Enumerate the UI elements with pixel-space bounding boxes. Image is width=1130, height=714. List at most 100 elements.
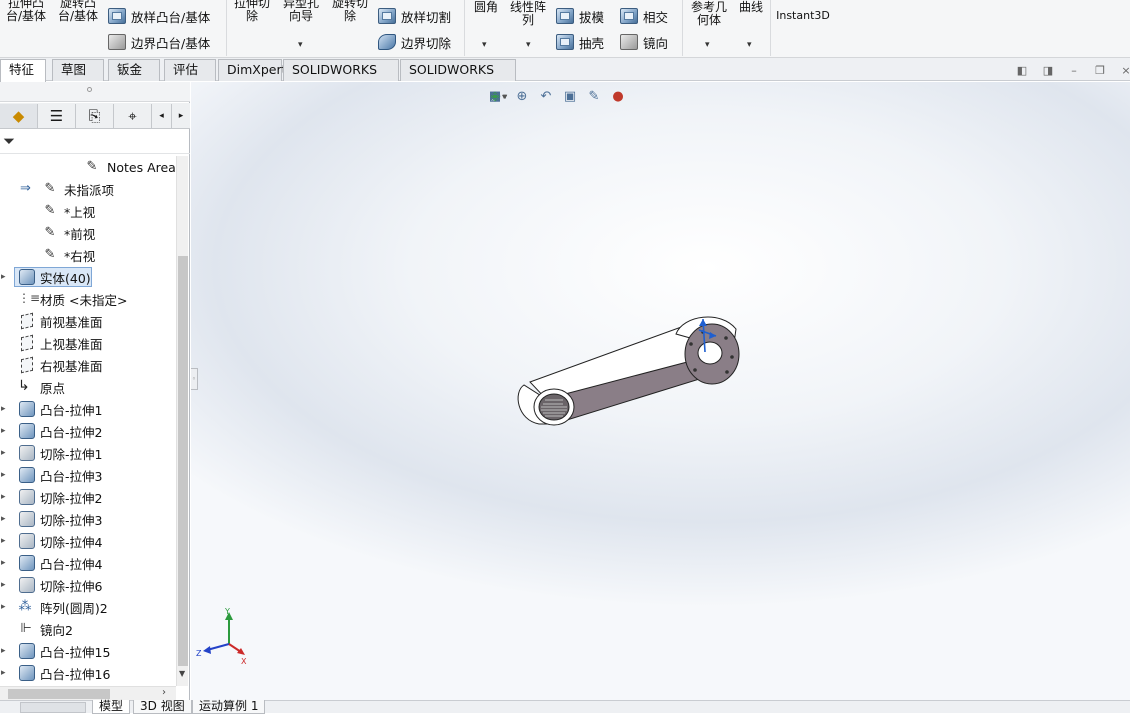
expand-arrow-icon[interactable]: ▸ — [1, 668, 9, 678]
tile-right-icon[interactable]: ◨ — [1042, 65, 1054, 77]
part-model[interactable] — [191, 82, 1130, 700]
curves-button[interactable]: 曲线 — [736, 1, 766, 14]
expand-arrow-icon[interactable]: ▸ — [1, 514, 9, 524]
fillet-dropdown-icon[interactable]: ▾ — [482, 40, 487, 50]
dimxpert-manager-tab[interactable]: ⌖ — [114, 104, 152, 128]
tree-item-boss-extrude2[interactable]: ▸ 凸台-拉伸2 — [0, 420, 176, 442]
tree-item-unassigned[interactable]: ⇒ ✎ 未指派项 — [0, 178, 176, 200]
tab-scroll-right[interactable]: ▸ — [172, 104, 190, 128]
tree-item-circular-pattern2[interactable]: ▸ ⁂ 阵列(圆周)2 — [0, 596, 176, 618]
tree-item-cut-extrude3[interactable]: ▸ 切除-拉伸3 — [0, 508, 176, 530]
tree-item-mirror2[interactable]: ⊩ 镜向2 — [0, 618, 176, 640]
curves-dropdown-icon[interactable]: ▾ — [747, 40, 752, 50]
tab-addins[interactable]: SOLIDWORKS 插件 — [283, 59, 399, 97]
restore-icon[interactable]: ❐ — [1094, 65, 1106, 77]
tree-item-top-view-annotation[interactable]: ✎ *上视 — [0, 200, 176, 222]
tab-motion-study[interactable]: 运动算例 1 — [192, 700, 266, 714]
tab-evaluate[interactable]: 评估 — [164, 59, 216, 81]
linear-pattern-button[interactable]: 线性阵 列 — [506, 1, 550, 27]
tree-item-boss-extrude1[interactable]: ▸ 凸台-拉伸1 — [0, 398, 176, 420]
scrollbar-thumb[interactable] — [178, 256, 188, 666]
reference-geometry-button[interactable]: 参考几 何体 — [686, 1, 732, 27]
tab-dimxpert[interactable]: DimXpert — [218, 59, 287, 81]
tree-item-top-plane[interactable]: 上视基准面 — [0, 332, 176, 354]
scrollbar-thumb[interactable] — [8, 689, 110, 699]
tree-item-front-view-annotation[interactable]: ✎ *前视 — [0, 222, 176, 244]
tab-features[interactable]: 特征 — [0, 59, 46, 82]
configuration-manager-tab[interactable]: ⎘ — [76, 104, 114, 128]
filter-icon[interactable]: ⏷ — [3, 132, 15, 150]
expand-arrow-icon[interactable]: ▸ — [1, 646, 9, 656]
expand-arrow-icon[interactable]: ▸ — [1, 536, 9, 546]
tree-item-material[interactable]: ⋮≡ 材质 <未指定> — [0, 288, 176, 310]
fillet-button[interactable]: 圆角 — [470, 1, 502, 14]
tree-item-right-plane[interactable]: 右视基准面 — [0, 354, 176, 376]
tab-mbd[interactable]: SOLIDWORKS MBD — [400, 59, 516, 97]
hole-wizard-dropdown-icon[interactable]: ▾ — [298, 40, 303, 50]
close-icon[interactable]: × — [1120, 65, 1130, 77]
loft-cut-button[interactable]: 放样切割 — [378, 5, 451, 27]
revolve-cut-button[interactable]: 旋转切 除 — [328, 0, 372, 23]
tree-horizontal-scrollbar[interactable]: › — [0, 686, 176, 700]
tree-item-right-view-annotation[interactable]: ✎ *右视 — [0, 244, 176, 266]
draft-button[interactable]: 拔模 — [556, 5, 604, 27]
tree-vertical-scrollbar[interactable]: ▼ — [176, 156, 188, 686]
loft-boss-button[interactable]: 放样凸台/基体 — [108, 5, 210, 27]
tree-item-label: 凸台-拉伸16 — [40, 666, 111, 682]
tree-item-cut-extrude6[interactable]: ▸ 切除-拉伸6 — [0, 574, 176, 596]
tab-sheet-metal[interactable]: 钣金 — [108, 59, 160, 81]
linear-pattern-dropdown-icon[interactable]: ▾ — [526, 40, 531, 50]
tree-item-origin[interactable]: ↳ 原点 — [0, 376, 176, 398]
boundary-cut-button[interactable]: 边界切除 — [378, 31, 451, 53]
tree-item-cut-extrude1[interactable]: ▸ 切除-拉伸1 — [0, 442, 176, 464]
tree-filter[interactable]: ⏷ — [0, 130, 190, 154]
intersect-button[interactable]: 相交 — [620, 5, 668, 27]
splitter-handle-icon[interactable] — [87, 87, 92, 92]
expand-arrow-icon[interactable]: ▸ — [1, 580, 9, 590]
graphics-area[interactable]: ⌕ ⊕ ↶ ▣ ✎ ◩ ◨ ◉ ● ◈ ▭ — [191, 82, 1130, 700]
shell-button[interactable]: 抽壳 — [556, 31, 604, 53]
expand-arrow-icon[interactable]: ▸ — [1, 404, 9, 414]
feature-manager-tab[interactable]: ◆ — [0, 104, 38, 128]
expand-arrow-icon[interactable]: ▸ — [1, 492, 9, 502]
tree-item-cut-extrude2[interactable]: ▸ 切除-拉伸2 — [0, 486, 176, 508]
panel-collapse-handle[interactable]: ◦ — [191, 368, 198, 390]
tree-item-front-plane[interactable]: 前视基准面 — [0, 310, 176, 332]
tab-sketch[interactable]: 草图 — [52, 59, 104, 81]
expand-arrow-icon[interactable]: ▸ — [1, 602, 9, 612]
tree-item-boss-extrude4[interactable]: ▸ 凸台-拉伸4 — [0, 552, 176, 574]
tree-item-cut-extrude4[interactable]: ▸ 切除-拉伸4 — [0, 530, 176, 552]
expand-arrow-icon[interactable]: ▸ — [1, 558, 9, 568]
mirror-button[interactable]: 镜向 — [620, 31, 668, 53]
tree-item-boss-extrude3[interactable]: ▸ 凸台-拉伸3 — [0, 464, 176, 486]
tab-model[interactable]: 模型 — [92, 700, 131, 714]
tab-nav-buttons[interactable] — [20, 702, 86, 713]
fillet-label: 圆角 — [473, 0, 498, 14]
revolve-boss-button[interactable]: 旋转凸 台/基体 — [54, 0, 102, 23]
tree-item-boss-extrude15[interactable]: ▸ 凸台-拉伸15 — [0, 640, 176, 662]
expand-arrow-icon[interactable]: ▸ — [1, 448, 9, 458]
expand-arrow-icon[interactable]: ▸ — [1, 426, 9, 436]
panel-splitter[interactable] — [0, 82, 190, 102]
tab-3d-views[interactable]: 3D 视图 — [133, 700, 192, 714]
tab-label: 评估 — [173, 62, 199, 77]
tree-item-boss-extrude16[interactable]: ▸ 凸台-拉伸16 — [0, 662, 176, 684]
instant3d-button[interactable]: Instant3D — [774, 9, 832, 22]
scroll-down-icon[interactable]: ▼ — [179, 669, 185, 678]
expand-arrow-icon[interactable]: ▸ — [1, 470, 9, 480]
tile-left-icon[interactable]: ◧ — [1016, 65, 1028, 77]
tree-item-notes-area[interactable]: ✎ Notes Area ▲ — [0, 156, 176, 178]
boundary-boss-button[interactable]: 边界凸台/基体 — [108, 31, 210, 53]
link-arm-body[interactable] — [517, 316, 740, 426]
extrude-cut-button[interactable]: 拉伸切 除 — [230, 0, 274, 23]
reference-triad: Y Z X — [196, 607, 247, 666]
minimize-icon[interactable]: – — [1068, 65, 1080, 77]
tree-item-solid-bodies[interactable]: ▸ 实体(40) — [0, 266, 176, 288]
tab-scroll-left[interactable]: ◂ — [152, 104, 172, 128]
scroll-right-icon[interactable]: › — [162, 687, 166, 698]
expand-arrow-icon[interactable]: ▸ — [1, 272, 9, 282]
property-manager-tab[interactable]: ☰ — [38, 104, 76, 128]
hole-wizard-button[interactable]: 异型孔 向导 — [278, 0, 324, 23]
reference-geometry-dropdown-icon[interactable]: ▾ — [705, 40, 710, 50]
extrude-boss-button[interactable]: 拉伸凸 台/基体 — [2, 0, 50, 23]
